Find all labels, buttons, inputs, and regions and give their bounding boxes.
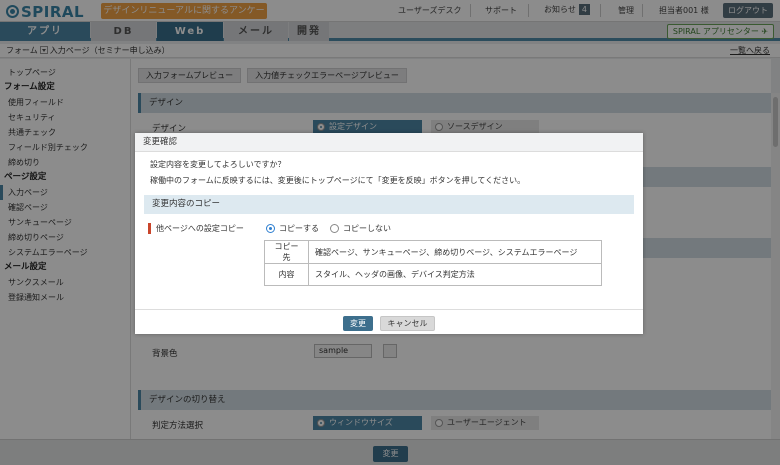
copy-section-header: 変更内容のコピー [144,195,634,214]
table-cell-value: 確認ページ、サンキューページ、締め切りページ、システムエラーページ [308,240,602,264]
copy-setting-label: 他ページへの設定コピー [148,223,244,234]
radio-unchecked-icon [330,224,339,233]
table-row: 内容 スタイル、ヘッダの画像、デバイス判定方法 [264,263,602,286]
copy-yes-radio[interactable]: コピーする [266,223,319,234]
copy-yes-label: コピーする [279,224,319,233]
table-cell-key: 内容 [264,263,309,286]
dialog-ok-button[interactable]: 変更 [343,316,373,331]
radio-checked-icon [266,224,275,233]
dialog-title: 変更確認 [135,133,643,152]
confirm-dialog: 変更確認 設定内容を変更してよろしいですか？ 稼働中のフォームに反映するには、変… [135,133,643,334]
copy-no-label: コピーしない [343,224,391,233]
table-row: コピー先 確認ページ、サンキューページ、締め切りページ、システムエラーページ [264,240,602,264]
copy-info-table: コピー先 確認ページ、サンキューページ、締め切りページ、システムエラーページ 内… [264,240,602,286]
dialog-message-2: 稼働中のフォームに反映するには、変更後にトップページにて「変更を反映」ボタンを押… [150,176,526,185]
dialog-footer: 変更 キャンセル [135,309,643,334]
dialog-message-1: 設定内容を変更してよろしいですか？ [150,160,286,169]
table-cell-key: コピー先 [264,240,309,264]
dialog-cancel-button[interactable]: キャンセル [380,316,435,331]
copy-no-radio[interactable]: コピーしない [330,223,391,234]
table-cell-value: スタイル、ヘッダの画像、デバイス判定方法 [308,263,602,286]
